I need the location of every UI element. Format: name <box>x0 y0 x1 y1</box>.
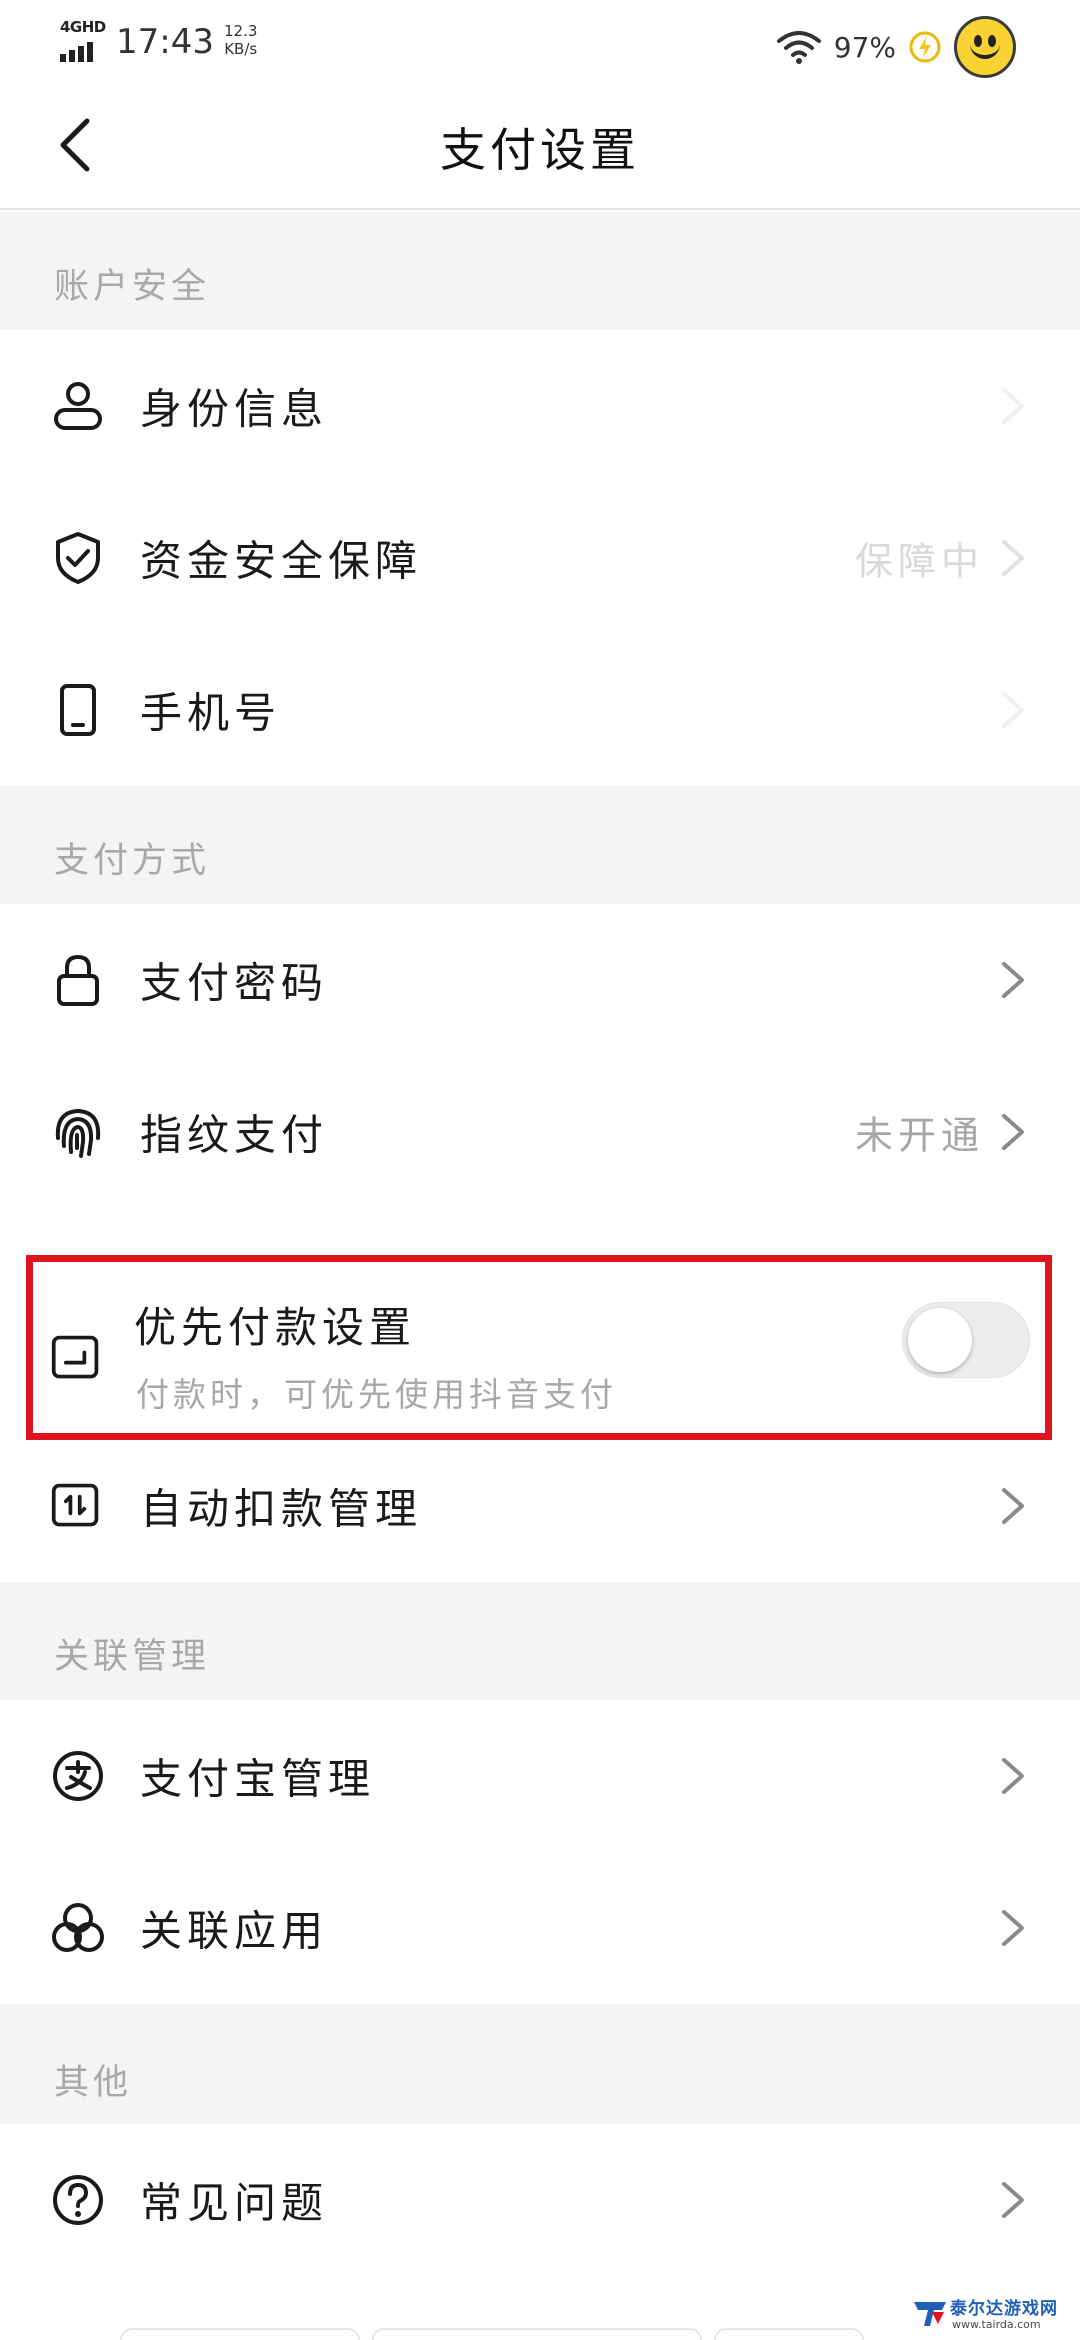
toggle-knob <box>908 1308 972 1372</box>
section-header-other: 其他 <box>0 2004 1080 2124</box>
section-title: 支付方式 <box>54 841 211 881</box>
battery-level: 97% <box>833 30 896 64</box>
row-phone-number[interactable]: 手机号 <box>0 634 1080 786</box>
section-title: 其他 <box>54 2063 133 2103</box>
shield-icon <box>56 532 100 584</box>
signal-bars <box>60 42 93 62</box>
row-label: 关联应用 <box>140 1906 329 1956</box>
section-header-payment-methods: 支付方式 <box>0 786 1080 904</box>
bottom-button-left[interactable] <box>120 2328 360 2340</box>
row-faq[interactable]: 常见问题 <box>0 2124 1080 2276</box>
network-speed-unit: KB/s <box>224 40 258 58</box>
chevron-right-icon <box>1002 962 1024 998</box>
row-alipay-management[interactable]: 支付宝管理 <box>0 1700 1080 1852</box>
nav-bar: 支付设置 <box>0 80 1080 210</box>
watermark-text: 泰尔达游戏网 <box>950 2299 1058 2319</box>
row-identity-info[interactable]: 身份信息 <box>0 330 1080 482</box>
row-label: 资金安全保障 <box>140 536 423 586</box>
row-label: 支付密码 <box>140 958 329 1008</box>
section-title: 账户安全 <box>54 267 211 307</box>
bottom-button-middle[interactable] <box>372 2328 702 2340</box>
row-fund-safety[interactable]: 资金安全保障 保障中 <box>0 482 1080 634</box>
user-icon <box>54 382 102 430</box>
chevron-right-icon <box>1002 388 1024 424</box>
wifi-icon <box>776 31 821 64</box>
section-header-account-security: 账户安全 <box>0 212 1080 330</box>
chevron-right-icon <box>1002 1758 1024 1794</box>
status-time: 17:43 <box>116 22 214 62</box>
row-label: 优先付款设置 <box>134 1303 417 1352</box>
alipay-icon <box>53 1751 103 1801</box>
status-left: 4GHD 17:43 12.3 KB/s <box>58 18 257 62</box>
row-priority-payment: 优先付款设置 付款时，可优先使用抖音支付 <box>0 1250 1080 1440</box>
chevron-right-icon <box>1002 1910 1024 1946</box>
chevron-right-icon <box>1002 692 1024 728</box>
section-title: 关联管理 <box>54 1637 211 1677</box>
row-label: 指纹支付 <box>140 1110 329 1160</box>
smiley-icon <box>954 16 1016 78</box>
row-label: 手机号 <box>140 688 282 738</box>
row-label: 身份信息 <box>140 384 329 434</box>
priority-payment-toggle[interactable] <box>902 1302 1030 1378</box>
row-label: 常见问题 <box>140 2178 329 2228</box>
chevron-right-icon <box>1002 1488 1024 1524</box>
row-auto-deduct[interactable]: 自动扣款管理 <box>0 1430 1080 1582</box>
row-value: 保障中 <box>854 539 984 584</box>
help-icon <box>53 2175 103 2225</box>
priority-pay-icon <box>51 1335 99 1379</box>
row-value: 未开通 <box>854 1113 984 1158</box>
chevron-right-icon <box>1002 1114 1024 1150</box>
status-right: 97% <box>776 16 1016 78</box>
watermark: 泰尔达游戏网 www.tairda.com <box>912 2292 1062 2336</box>
chevron-right-icon <box>1002 2182 1024 2218</box>
watermark-logo-icon <box>914 2302 946 2326</box>
chevron-right-icon <box>1002 540 1024 576</box>
phone-icon <box>60 684 96 736</box>
watermark-url: www.tairda.com <box>952 2318 1041 2331</box>
signal-icon: 4GHD <box>58 18 106 62</box>
row-label: 支付宝管理 <box>140 1754 376 1804</box>
linked-apps-icon <box>52 1903 104 1952</box>
row-linked-apps[interactable]: 关联应用 <box>0 1852 1080 2004</box>
fingerprint-icon <box>55 1108 101 1158</box>
network-speed-value: 12.3 <box>223 22 258 40</box>
network-speed: 12.3 KB/s <box>224 22 257 58</box>
lock-icon <box>57 954 99 1006</box>
row-sublabel: 付款时，可优先使用抖音支付 <box>136 1375 617 1414</box>
bottom-button-right[interactable] <box>714 2328 864 2340</box>
network-type: 4GHD <box>60 18 106 36</box>
page-title: 支付设置 <box>440 123 640 177</box>
row-payment-password[interactable]: 支付密码 <box>0 904 1080 1056</box>
row-label: 自动扣款管理 <box>140 1484 423 1534</box>
charging-icon <box>909 31 941 63</box>
auto-deduct-icon <box>51 1483 99 1527</box>
status-bar: 4GHD 17:43 12.3 KB/s 97% <box>0 0 1080 80</box>
section-header-linked-management: 关联管理 <box>0 1582 1080 1700</box>
row-fingerprint-pay[interactable]: 指纹支付 未开通 <box>0 1056 1080 1208</box>
